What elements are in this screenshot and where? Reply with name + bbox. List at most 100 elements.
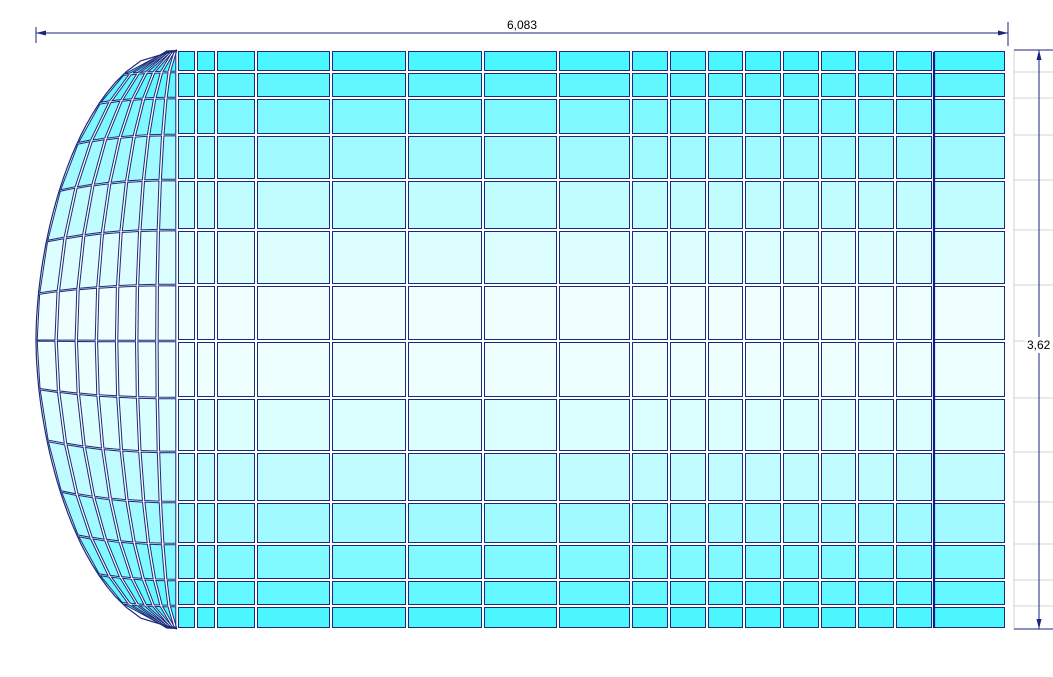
panel xyxy=(559,51,630,71)
panel xyxy=(408,453,482,501)
panel xyxy=(858,503,894,543)
panel xyxy=(408,231,482,284)
panel xyxy=(670,231,706,284)
panel xyxy=(197,581,215,605)
panel xyxy=(783,51,819,71)
panel xyxy=(783,181,819,229)
nose-panel xyxy=(138,230,158,286)
panel xyxy=(408,51,482,71)
panel xyxy=(858,607,894,628)
panel xyxy=(257,342,330,397)
panel xyxy=(858,231,894,284)
nose-panel xyxy=(157,230,177,285)
panel xyxy=(197,231,215,284)
panel xyxy=(783,453,819,501)
nose-panel xyxy=(56,340,78,394)
nose-panel xyxy=(140,180,160,231)
panel xyxy=(783,99,819,134)
panel xyxy=(745,607,781,628)
panel xyxy=(257,51,330,71)
panel xyxy=(332,545,406,579)
panel xyxy=(559,581,630,605)
panel xyxy=(632,453,668,501)
panel xyxy=(821,286,856,340)
panel xyxy=(858,342,894,397)
panel xyxy=(217,73,255,97)
panel xyxy=(559,136,630,179)
panel xyxy=(821,73,856,97)
nose-panel xyxy=(137,341,157,398)
nose-panel xyxy=(157,285,177,341)
panel xyxy=(632,503,668,543)
panel-mesh xyxy=(35,49,1005,630)
panel xyxy=(484,73,557,97)
panel xyxy=(858,545,894,579)
panel xyxy=(559,453,630,501)
panel xyxy=(197,503,215,543)
panel xyxy=(934,342,1005,397)
panel xyxy=(484,503,557,543)
panel xyxy=(197,607,215,628)
nose-panel xyxy=(118,230,140,287)
panel xyxy=(197,286,215,340)
nose-panel xyxy=(138,397,158,452)
nose-panel xyxy=(140,451,160,502)
nose-panel xyxy=(98,395,121,451)
panel xyxy=(745,231,781,284)
panel xyxy=(934,503,1005,543)
panel xyxy=(197,99,215,134)
panel xyxy=(896,51,932,71)
panel xyxy=(708,136,743,179)
panel xyxy=(484,99,557,134)
panel xyxy=(708,607,743,628)
panel xyxy=(934,399,1005,451)
panel xyxy=(745,342,781,397)
panel xyxy=(821,545,856,579)
panel xyxy=(896,73,932,97)
panel xyxy=(821,99,856,134)
panel xyxy=(408,503,482,543)
panel xyxy=(257,453,330,501)
panel xyxy=(484,342,557,397)
panel xyxy=(934,286,1005,340)
panel xyxy=(257,399,330,451)
panel xyxy=(484,136,557,179)
panel xyxy=(708,399,743,451)
nose-panel xyxy=(36,340,58,392)
panel xyxy=(178,453,195,501)
panel xyxy=(670,399,706,451)
nose-panel xyxy=(157,398,177,452)
panel xyxy=(783,503,819,543)
panel xyxy=(745,581,781,605)
panel xyxy=(178,136,195,179)
panel xyxy=(332,286,406,340)
panel xyxy=(745,399,781,451)
panel xyxy=(257,73,330,97)
panel xyxy=(559,231,630,284)
panel xyxy=(217,399,255,451)
panel xyxy=(783,545,819,579)
panel xyxy=(178,342,195,397)
panel xyxy=(484,545,557,579)
panel xyxy=(408,99,482,134)
panel xyxy=(708,545,743,579)
panel xyxy=(783,342,819,397)
panel xyxy=(745,545,781,579)
panel xyxy=(632,99,668,134)
panel xyxy=(858,286,894,340)
panel xyxy=(896,453,932,501)
panel xyxy=(670,503,706,543)
panel xyxy=(197,453,215,501)
nose-panel xyxy=(137,285,157,341)
panel xyxy=(708,581,743,605)
panel xyxy=(632,73,668,97)
panel xyxy=(708,181,743,229)
panel xyxy=(332,581,406,605)
panel xyxy=(821,607,856,628)
panel xyxy=(217,136,255,179)
panel xyxy=(632,51,668,71)
nose-panel xyxy=(161,502,177,544)
panel xyxy=(783,136,819,179)
panel xyxy=(632,342,668,397)
panel xyxy=(670,581,706,605)
